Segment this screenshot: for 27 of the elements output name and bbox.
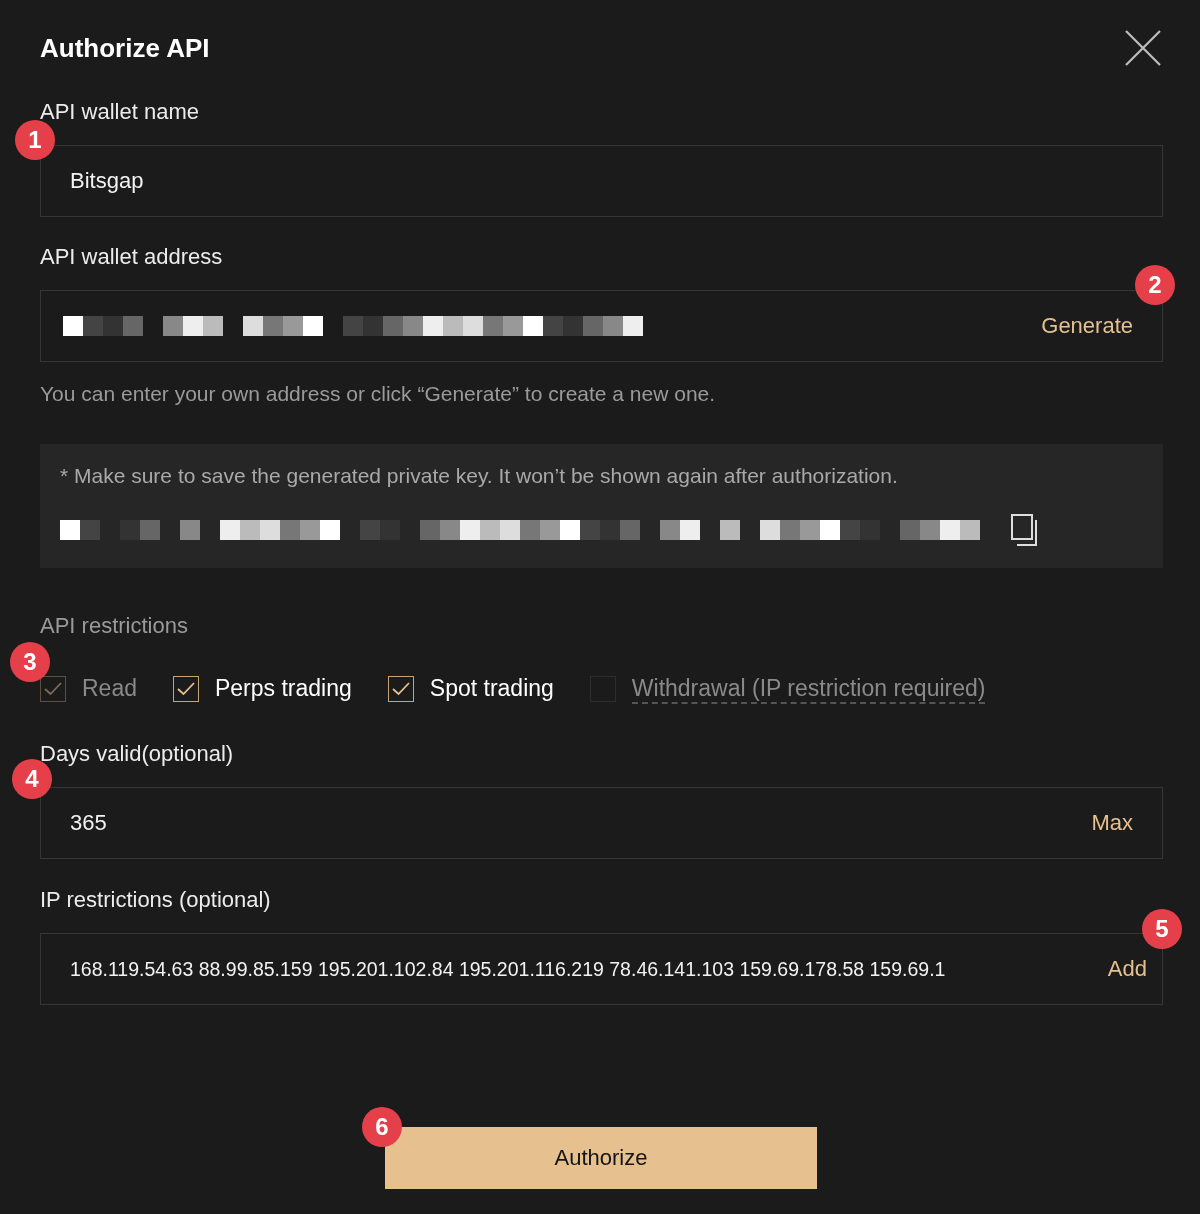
days-field[interactable]: 365 Max (40, 787, 1163, 859)
add-button[interactable]: Add (1107, 956, 1147, 982)
field-value: Bitsgap (70, 168, 145, 194)
field-value: 365 (70, 810, 108, 836)
helper-text: You can enter your own address or click “Generate” to create a new one. (40, 382, 717, 406)
annotation-badge: 1 (15, 120, 55, 160)
check-icon (391, 682, 410, 696)
close-button[interactable] (1123, 28, 1163, 68)
check-icon (177, 682, 195, 696)
name-field[interactable]: Bitsgap (40, 145, 1163, 217)
annotation-badge: 3 (10, 642, 50, 682)
dialog-title: Authorize API (40, 32, 210, 64)
notice-text: * Make sure to save the generated private key. It won’t be shown again after authorization. (60, 464, 899, 488)
field-label: IP restrictions (optional) (40, 887, 272, 913)
annotation-badge: 2 (1135, 265, 1175, 305)
field-label: API wallet address (40, 244, 224, 270)
annotation-badge: 6 (362, 1107, 402, 1147)
max-button[interactable]: Max (1091, 810, 1133, 836)
field-value: 168.119.54.63 88.99.85.159 195.201.102.84 195.201.116.219 78.46.141.103 159.69.178.58 159.69.1 (70, 957, 947, 981)
permission-checkbox[interactable]: Spot trading (387, 674, 554, 704)
generate-button[interactable]: Generate (1041, 313, 1133, 339)
close-icon (1125, 30, 1161, 66)
copy-icon[interactable] (1010, 514, 1038, 546)
check-icon (44, 682, 62, 696)
annotation-badge: 5 (1142, 909, 1182, 949)
section-label: API restrictions (40, 613, 189, 639)
permission-checkbox[interactable]: Perps trading (173, 674, 352, 704)
